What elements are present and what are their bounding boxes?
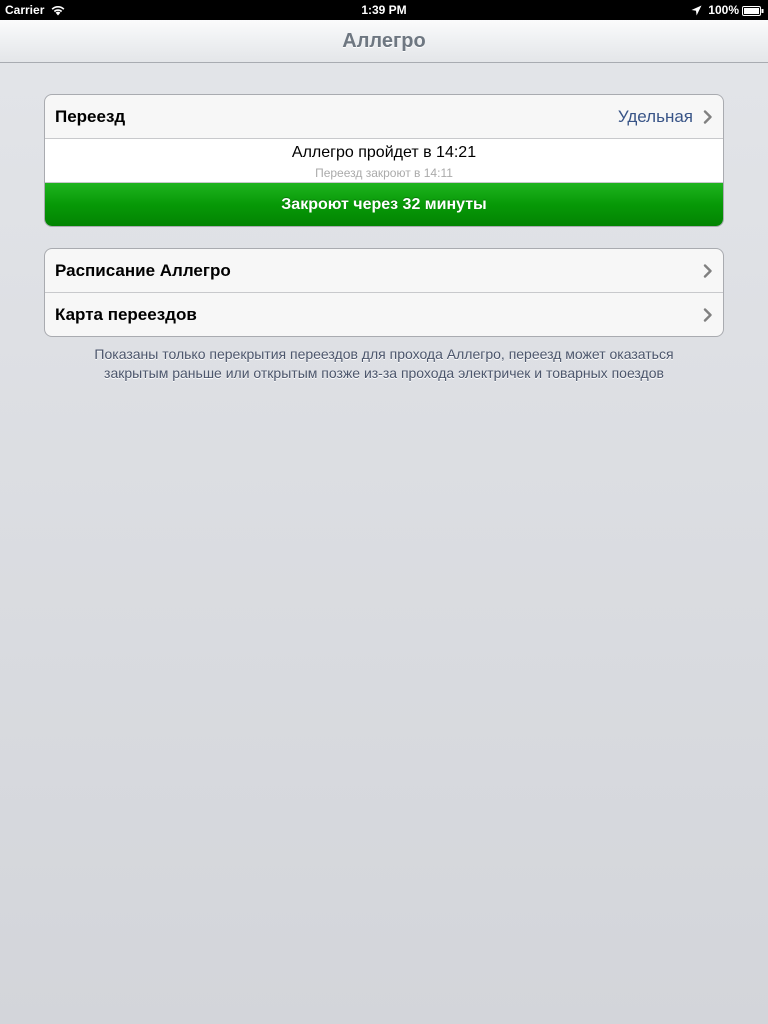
chevron-right-icon	[703, 110, 713, 124]
chevron-right-icon	[703, 308, 713, 322]
chevron-right-icon	[703, 264, 713, 278]
status-right: 100%	[691, 2, 764, 18]
schedule-row[interactable]: Расписание Аллегро	[45, 249, 723, 293]
map-label: Карта переездов	[55, 305, 197, 324]
navigation-bar: Аллегро	[0, 20, 768, 63]
menu-section: Расписание Аллегро Карта переездов	[44, 248, 724, 337]
crossing-value: Удельная	[617, 107, 693, 126]
countdown-label: Закроют через 32 минуты	[281, 196, 487, 213]
countdown-bar: Закроют через 32 минуты	[45, 183, 723, 226]
footer-note: Показаны только перекрытия переездов для…	[94, 346, 674, 381]
location-icon	[691, 5, 702, 16]
crossing-section: Переезд Удельная Аллегро пройдет в 14:21…	[44, 94, 724, 227]
crossing-close-time: Переезд закроют в 14:11	[315, 166, 453, 180]
status-time: 1:39 PM	[361, 3, 407, 17]
battery-percent: 100%	[708, 3, 739, 17]
status-bar: Carrier 1:39 PM 100%	[0, 0, 768, 20]
train-info-row: Аллегро пройдет в 14:21 Переезд закроют …	[45, 139, 723, 183]
battery-icon	[742, 5, 764, 16]
crossing-row[interactable]: Переезд Удельная	[45, 95, 723, 139]
schedule-label: Расписание Аллегро	[55, 261, 231, 280]
train-pass-time: Аллегро пройдет в 14:21	[291, 144, 477, 161]
nav-title: Аллегро	[342, 30, 426, 52]
crossing-label: Переезд	[55, 107, 126, 126]
map-row[interactable]: Карта переездов	[45, 293, 723, 336]
